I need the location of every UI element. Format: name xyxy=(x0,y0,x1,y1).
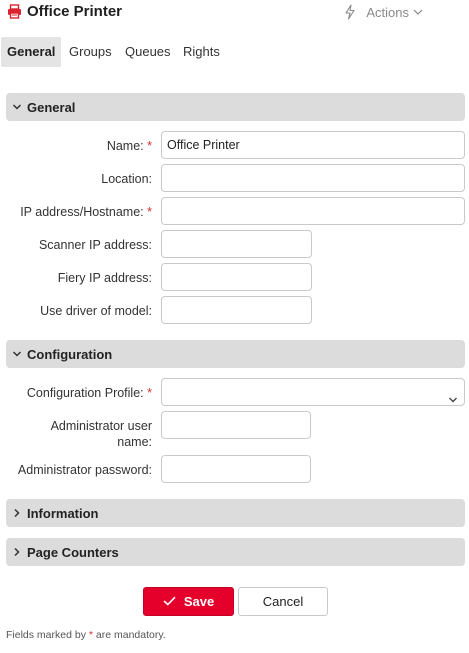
config-profile-select[interactable] xyxy=(161,378,465,406)
section-page-counters-header[interactable]: Page Counters xyxy=(6,538,465,566)
fiery-ip-field[interactable] xyxy=(161,263,312,291)
location-field[interactable] xyxy=(161,164,465,192)
chevron-right-icon xyxy=(7,508,27,518)
window-title: Office Printer xyxy=(27,3,123,20)
tab-groups[interactable]: Groups xyxy=(63,37,118,67)
cancel-button[interactable]: Cancel xyxy=(238,587,328,616)
admin-user-field[interactable] xyxy=(161,411,311,439)
checkmark-icon xyxy=(163,594,176,609)
section-general-header[interactable]: General xyxy=(6,93,465,121)
tab-rights[interactable]: Rights xyxy=(177,37,226,67)
actions-menu-button[interactable]: Actions xyxy=(344,4,423,20)
chevron-down-icon xyxy=(448,387,458,413)
scanner-ip-field[interactable] xyxy=(161,230,312,258)
fiery-ip-label: Fiery IP address: xyxy=(57,271,152,285)
location-label: Location: xyxy=(101,172,152,186)
section-title: Page Counters xyxy=(27,544,119,560)
tab-queues[interactable]: Queues xyxy=(119,37,177,67)
chevron-down-icon xyxy=(7,103,27,111)
section-information-header[interactable]: Information xyxy=(6,499,465,527)
driver-model-label: Use driver of model: xyxy=(40,304,152,318)
driver-model-field[interactable] xyxy=(161,296,312,324)
name-label: Name: * xyxy=(106,139,152,153)
section-title: Configuration xyxy=(27,346,113,362)
chevron-down-icon xyxy=(7,350,27,358)
name-field[interactable] xyxy=(161,131,465,159)
ip-address-label: IP address/Hostname: * xyxy=(20,205,152,219)
chevron-down-icon xyxy=(413,8,423,16)
ip-address-field[interactable] xyxy=(161,197,465,225)
section-title: Information xyxy=(27,505,99,521)
admin-password-label: Administrator password: xyxy=(17,463,152,477)
actions-label: Actions xyxy=(366,4,409,20)
mandatory-footnote: Fields marked by * are mandatory. xyxy=(6,629,166,641)
tab-bar: General Groups Queues Rights xyxy=(0,37,469,67)
chevron-right-icon xyxy=(7,547,27,557)
title-bar: Office Printer Actions xyxy=(0,0,469,26)
tab-general[interactable]: General xyxy=(1,37,62,67)
admin-password-field[interactable] xyxy=(161,455,311,483)
config-profile-label: Configuration Profile: * xyxy=(26,386,152,400)
section-configuration-header[interactable]: Configuration xyxy=(6,340,465,368)
printer-icon xyxy=(7,4,22,19)
lightning-icon xyxy=(344,4,356,20)
scanner-ip-label: Scanner IP address: xyxy=(38,238,152,252)
admin-user-label: Administrator user name: xyxy=(50,419,152,449)
section-title: General xyxy=(27,99,76,115)
save-label: Save xyxy=(183,594,215,609)
save-button[interactable]: Save xyxy=(143,587,234,616)
